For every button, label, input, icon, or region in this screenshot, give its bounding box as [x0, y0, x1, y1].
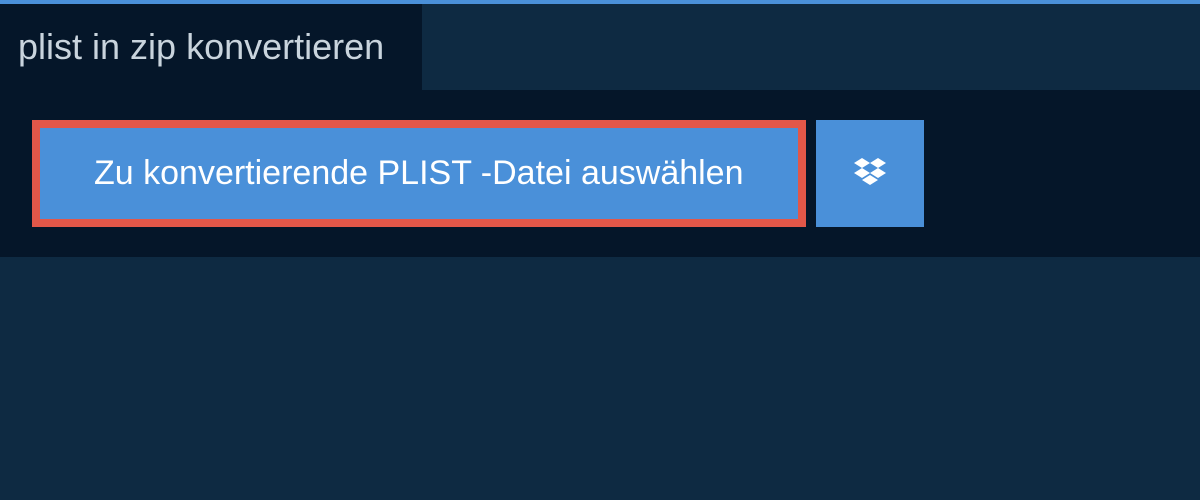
dropbox-icon [850, 154, 890, 194]
dropbox-button[interactable] [816, 120, 924, 227]
page-title-tab: plist in zip konvertieren [0, 4, 422, 90]
page-title: plist in zip konvertieren [18, 26, 384, 67]
select-file-button-label: Zu konvertierende PLIST -Datei auswählen [94, 154, 744, 192]
select-file-button[interactable]: Zu konvertierende PLIST -Datei auswählen [32, 120, 806, 227]
main-panel: Zu konvertierende PLIST -Datei auswählen [0, 90, 1200, 257]
button-row: Zu konvertierende PLIST -Datei auswählen [32, 120, 1168, 227]
